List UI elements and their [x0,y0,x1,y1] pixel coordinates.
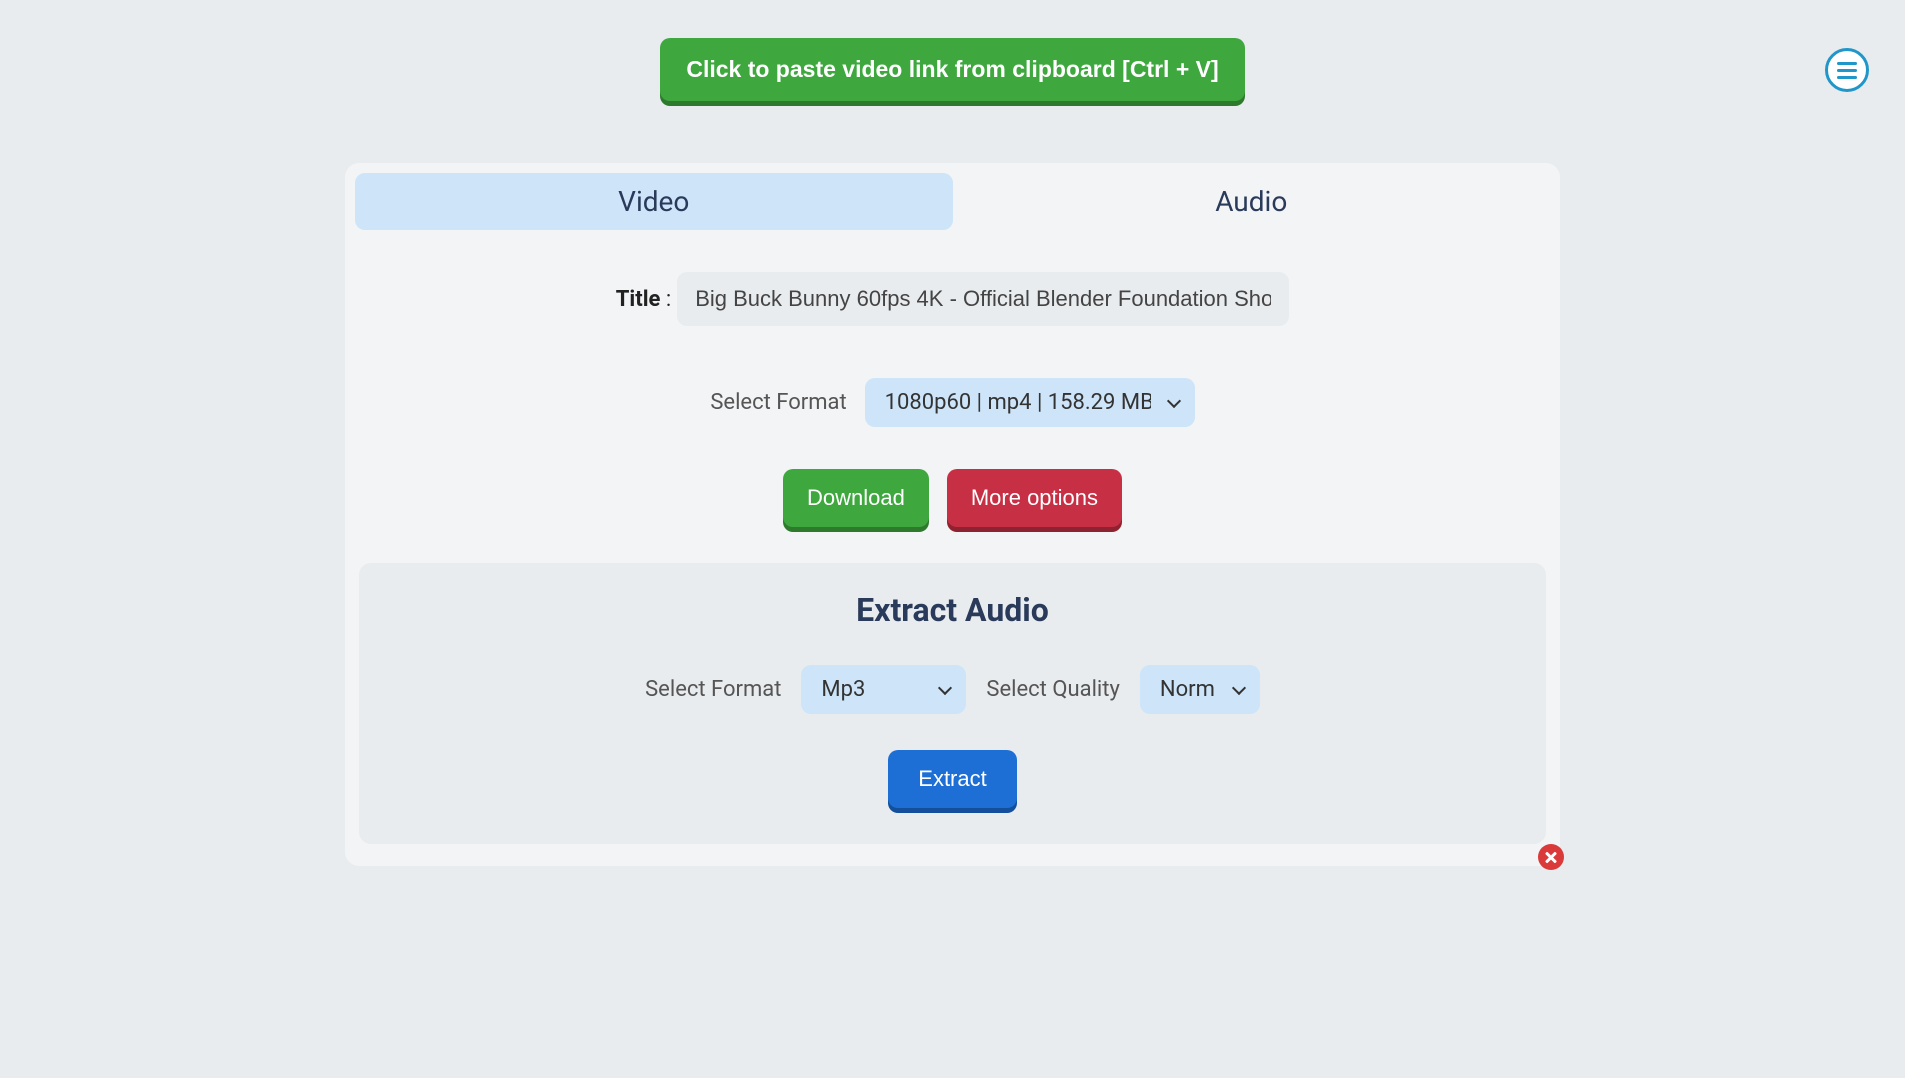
video-format-label: Select Format [710,390,846,415]
main-panel: Video Audio Title : Select Format 1080p6… [345,163,1560,866]
video-format-select[interactable]: 1080p60 | mp4 | 158.29 MB [865,378,1195,427]
menu-icon[interactable] [1825,48,1869,92]
extract-button[interactable]: Extract [888,750,1016,808]
extract-audio-panel: Extract Audio Select Format Mp3 Select Q… [359,563,1546,844]
extract-quality-select[interactable]: Normal [1140,665,1260,714]
video-format-select-wrap: 1080p60 | mp4 | 158.29 MB [865,378,1195,427]
extract-format-select[interactable]: Mp3 [801,665,966,714]
menu-bar-icon [1837,69,1857,72]
menu-bar-icon [1837,62,1857,65]
title-row: Title : [355,272,1550,326]
tab-video[interactable]: Video [355,173,953,230]
extract-button-row: Extract [369,750,1536,808]
extract-quality-select-wrap: Normal [1140,665,1260,714]
download-button[interactable]: Download [783,469,929,527]
more-options-button[interactable]: More options [947,469,1122,527]
extract-heading: Extract Audio [369,591,1536,629]
menu-bar-icon [1837,76,1857,79]
extract-controls: Select Format Mp3 Select Quality Normal [369,665,1536,714]
video-format-row: Select Format 1080p60 | mp4 | 158.29 MB [355,378,1550,427]
title-input[interactable] [677,272,1289,326]
tab-audio[interactable]: Audio [953,173,1551,230]
title-label: Title : [616,287,671,312]
tabs: Video Audio [355,173,1550,230]
close-icon[interactable] [1538,844,1564,870]
extract-format-label: Select Format [645,677,781,702]
extract-quality-label: Select Quality [986,677,1119,702]
action-row: Download More options [355,469,1550,527]
paste-link-button[interactable]: Click to paste video link from clipboard… [660,38,1244,101]
extract-format-select-wrap: Mp3 [801,665,966,714]
